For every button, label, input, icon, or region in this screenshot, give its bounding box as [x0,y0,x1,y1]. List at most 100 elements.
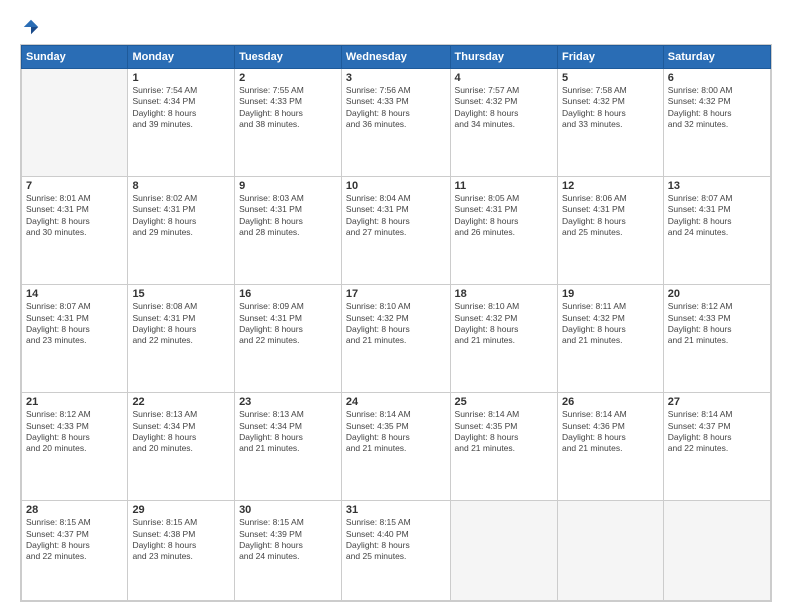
calendar: SundayMondayTuesdayWednesdayThursdayFrid… [20,44,772,602]
calendar-cell: 31Sunrise: 8:15 AMSunset: 4:40 PMDayligh… [341,501,450,601]
cell-info: Sunrise: 8:14 AMSunset: 4:35 PMDaylight:… [346,409,446,455]
calendar-cell: 12Sunrise: 8:06 AMSunset: 4:31 PMDayligh… [557,177,663,285]
day-header-row: SundayMondayTuesdayWednesdayThursdayFrid… [22,46,771,69]
cell-date: 29 [132,504,230,516]
cell-date: 28 [26,504,123,516]
calendar-cell: 6Sunrise: 8:00 AMSunset: 4:32 PMDaylight… [663,69,770,177]
calendar-cell: 23Sunrise: 8:13 AMSunset: 4:34 PMDayligh… [235,393,342,501]
cell-date: 20 [668,288,766,300]
cell-info: Sunrise: 8:15 AMSunset: 4:38 PMDaylight:… [132,517,230,563]
calendar-cell: 25Sunrise: 8:14 AMSunset: 4:35 PMDayligh… [450,393,557,501]
cell-info: Sunrise: 8:01 AMSunset: 4:31 PMDaylight:… [26,193,123,239]
calendar-week-1: 1Sunrise: 7:54 AMSunset: 4:34 PMDaylight… [22,69,771,177]
cell-info: Sunrise: 8:08 AMSunset: 4:31 PMDaylight:… [132,301,230,347]
cell-date: 10 [346,180,446,192]
cell-date: 21 [26,396,123,408]
cell-date: 17 [346,288,446,300]
cell-date: 11 [455,180,553,192]
cell-info: Sunrise: 8:15 AMSunset: 4:39 PMDaylight:… [239,517,337,563]
day-header-thursday: Thursday [450,46,557,69]
cell-info: Sunrise: 8:10 AMSunset: 4:32 PMDaylight:… [346,301,446,347]
calendar-cell: 14Sunrise: 8:07 AMSunset: 4:31 PMDayligh… [22,285,128,393]
cell-info: Sunrise: 8:09 AMSunset: 4:31 PMDaylight:… [239,301,337,347]
cell-date: 25 [455,396,553,408]
cell-date: 24 [346,396,446,408]
day-header-sunday: Sunday [22,46,128,69]
calendar-cell: 22Sunrise: 8:13 AMSunset: 4:34 PMDayligh… [128,393,235,501]
calendar-cell: 27Sunrise: 8:14 AMSunset: 4:37 PMDayligh… [663,393,770,501]
calendar-table: SundayMondayTuesdayWednesdayThursdayFrid… [21,45,771,601]
calendar-cell: 3Sunrise: 7:56 AMSunset: 4:33 PMDaylight… [341,69,450,177]
cell-info: Sunrise: 8:06 AMSunset: 4:31 PMDaylight:… [562,193,659,239]
cell-date: 14 [26,288,123,300]
logo-text [20,18,40,36]
calendar-cell: 24Sunrise: 8:14 AMSunset: 4:35 PMDayligh… [341,393,450,501]
calendar-cell: 8Sunrise: 8:02 AMSunset: 4:31 PMDaylight… [128,177,235,285]
cell-date: 7 [26,180,123,192]
cell-info: Sunrise: 8:10 AMSunset: 4:32 PMDaylight:… [455,301,553,347]
cell-date: 2 [239,72,337,84]
cell-info: Sunrise: 7:55 AMSunset: 4:33 PMDaylight:… [239,85,337,131]
calendar-cell: 17Sunrise: 8:10 AMSunset: 4:32 PMDayligh… [341,285,450,393]
calendar-week-5: 28Sunrise: 8:15 AMSunset: 4:37 PMDayligh… [22,501,771,601]
cell-info: Sunrise: 8:12 AMSunset: 4:33 PMDaylight:… [668,301,766,347]
cell-date: 22 [132,396,230,408]
cell-info: Sunrise: 8:03 AMSunset: 4:31 PMDaylight:… [239,193,337,239]
calendar-cell: 18Sunrise: 8:10 AMSunset: 4:32 PMDayligh… [450,285,557,393]
cell-info: Sunrise: 8:11 AMSunset: 4:32 PMDaylight:… [562,301,659,347]
cell-date: 9 [239,180,337,192]
cell-date: 15 [132,288,230,300]
calendar-cell: 19Sunrise: 8:11 AMSunset: 4:32 PMDayligh… [557,285,663,393]
cell-date: 4 [455,72,553,84]
cell-date: 30 [239,504,337,516]
logo-icon [22,18,40,36]
cell-info: Sunrise: 8:15 AMSunset: 4:40 PMDaylight:… [346,517,446,563]
cell-info: Sunrise: 8:05 AMSunset: 4:31 PMDaylight:… [455,193,553,239]
cell-date: 13 [668,180,766,192]
page: SundayMondayTuesdayWednesdayThursdayFrid… [0,0,792,612]
cell-info: Sunrise: 8:12 AMSunset: 4:33 PMDaylight:… [26,409,123,455]
calendar-week-4: 21Sunrise: 8:12 AMSunset: 4:33 PMDayligh… [22,393,771,501]
cell-date: 19 [562,288,659,300]
cell-info: Sunrise: 8:02 AMSunset: 4:31 PMDaylight:… [132,193,230,239]
calendar-cell: 7Sunrise: 8:01 AMSunset: 4:31 PMDaylight… [22,177,128,285]
calendar-cell: 1Sunrise: 7:54 AMSunset: 4:34 PMDaylight… [128,69,235,177]
day-header-saturday: Saturday [663,46,770,69]
cell-info: Sunrise: 8:00 AMSunset: 4:32 PMDaylight:… [668,85,766,131]
calendar-cell: 11Sunrise: 8:05 AMSunset: 4:31 PMDayligh… [450,177,557,285]
calendar-cell: 30Sunrise: 8:15 AMSunset: 4:39 PMDayligh… [235,501,342,601]
calendar-cell [450,501,557,601]
day-header-tuesday: Tuesday [235,46,342,69]
day-header-monday: Monday [128,46,235,69]
calendar-week-2: 7Sunrise: 8:01 AMSunset: 4:31 PMDaylight… [22,177,771,285]
cell-info: Sunrise: 8:13 AMSunset: 4:34 PMDaylight:… [239,409,337,455]
cell-info: Sunrise: 8:13 AMSunset: 4:34 PMDaylight:… [132,409,230,455]
calendar-week-3: 14Sunrise: 8:07 AMSunset: 4:31 PMDayligh… [22,285,771,393]
calendar-cell: 15Sunrise: 8:08 AMSunset: 4:31 PMDayligh… [128,285,235,393]
cell-date: 27 [668,396,766,408]
cell-info: Sunrise: 7:57 AMSunset: 4:32 PMDaylight:… [455,85,553,131]
cell-date: 16 [239,288,337,300]
cell-info: Sunrise: 8:07 AMSunset: 4:31 PMDaylight:… [26,301,123,347]
cell-info: Sunrise: 8:04 AMSunset: 4:31 PMDaylight:… [346,193,446,239]
cell-date: 26 [562,396,659,408]
calendar-cell: 5Sunrise: 7:58 AMSunset: 4:32 PMDaylight… [557,69,663,177]
cell-info: Sunrise: 7:56 AMSunset: 4:33 PMDaylight:… [346,85,446,131]
calendar-cell: 16Sunrise: 8:09 AMSunset: 4:31 PMDayligh… [235,285,342,393]
calendar-cell [557,501,663,601]
header [20,18,772,36]
cell-date: 23 [239,396,337,408]
calendar-cell: 2Sunrise: 7:55 AMSunset: 4:33 PMDaylight… [235,69,342,177]
calendar-cell: 29Sunrise: 8:15 AMSunset: 4:38 PMDayligh… [128,501,235,601]
cell-date: 6 [668,72,766,84]
calendar-cell: 26Sunrise: 8:14 AMSunset: 4:36 PMDayligh… [557,393,663,501]
day-header-friday: Friday [557,46,663,69]
cell-info: Sunrise: 7:54 AMSunset: 4:34 PMDaylight:… [132,85,230,131]
calendar-cell: 20Sunrise: 8:12 AMSunset: 4:33 PMDayligh… [663,285,770,393]
calendar-cell [663,501,770,601]
cell-info: Sunrise: 8:14 AMSunset: 4:35 PMDaylight:… [455,409,553,455]
calendar-cell: 10Sunrise: 8:04 AMSunset: 4:31 PMDayligh… [341,177,450,285]
cell-info: Sunrise: 8:15 AMSunset: 4:37 PMDaylight:… [26,517,123,563]
cell-info: Sunrise: 8:14 AMSunset: 4:36 PMDaylight:… [562,409,659,455]
cell-info: Sunrise: 8:07 AMSunset: 4:31 PMDaylight:… [668,193,766,239]
